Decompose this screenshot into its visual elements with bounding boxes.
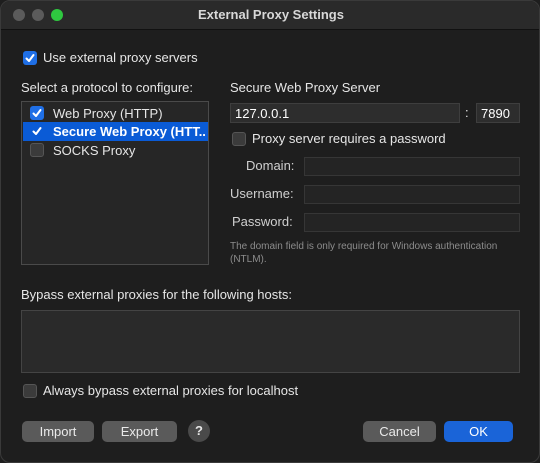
protocol-http-checkbox[interactable] (30, 106, 44, 120)
checkmark-icon (25, 54, 35, 62)
bypass-localhost-checkbox[interactable] (23, 384, 37, 398)
username-label: Username: (230, 186, 294, 201)
cancel-button[interactable]: Cancel (363, 421, 436, 442)
protocol-https-checkbox[interactable] (30, 124, 44, 138)
host-port-separator: : (465, 105, 469, 120)
server-heading: Secure Web Proxy Server (230, 80, 381, 95)
window-title: External Proxy Settings (198, 7, 344, 22)
protocol-socks-checkbox[interactable] (30, 143, 44, 157)
bypass-localhost-label: Always bypass external proxies for local… (43, 383, 299, 398)
password-input[interactable] (304, 213, 520, 232)
use-external-proxy-label: Use external proxy servers (43, 50, 198, 65)
import-button[interactable]: Import (22, 421, 94, 442)
bypass-hosts-textarea[interactable] (21, 310, 520, 373)
domain-note: The domain field is only required for Wi… (230, 241, 498, 265)
password-label: Password: (232, 214, 293, 229)
requires-password-checkbox[interactable] (232, 132, 246, 146)
protocol-list: Web Proxy (HTTP) Secure Web Proxy (HTT..… (21, 101, 209, 265)
username-input[interactable] (304, 185, 520, 204)
proxy-port-input[interactable] (476, 103, 520, 123)
proxy-settings-window: External Proxy Settings Use external pro… (0, 0, 540, 463)
protocol-item-label: SOCKS Proxy (53, 143, 136, 158)
ok-button[interactable]: OK (444, 421, 513, 442)
checkmark-icon (32, 109, 42, 117)
protocol-item-label: Web Proxy (HTTP) (53, 106, 163, 121)
requires-password-label: Proxy server requires a password (252, 131, 446, 146)
bypass-hosts-label: Bypass external proxies for the followin… (21, 287, 292, 302)
help-button[interactable]: ? (188, 420, 210, 442)
domain-input[interactable] (304, 157, 520, 176)
protocol-item-https[interactable]: Secure Web Proxy (HTT... (23, 122, 208, 141)
title-bar: External Proxy Settings (1, 1, 539, 30)
protocol-item-label: Secure Web Proxy (HTT... (53, 124, 205, 139)
use-external-proxy-checkbox[interactable] (23, 51, 37, 65)
checkmark-icon (32, 127, 42, 135)
domain-label: Domain: (246, 158, 295, 173)
proxy-host-input[interactable] (230, 103, 460, 123)
protocol-item-socks[interactable]: SOCKS Proxy (23, 141, 208, 160)
protocol-section-label: Select a protocol to configure: (21, 80, 193, 95)
protocol-item-http[interactable]: Web Proxy (HTTP) (23, 104, 208, 123)
export-button[interactable]: Export (102, 421, 177, 442)
